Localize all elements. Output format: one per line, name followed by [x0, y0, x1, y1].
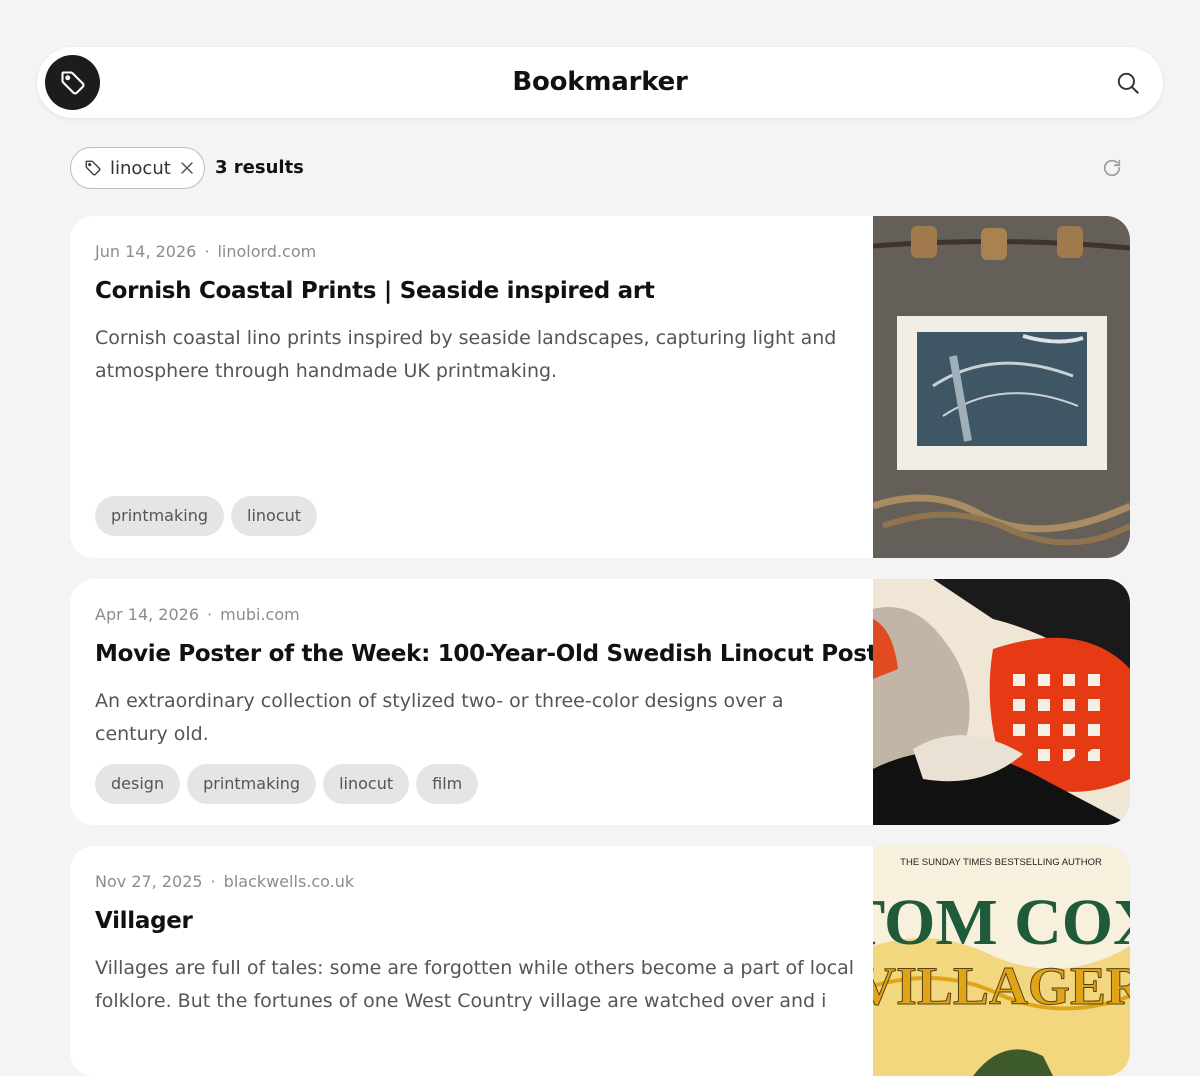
bookmark-domain: blackwells.co.uk — [223, 872, 355, 891]
swedish-poster-image — [873, 579, 1130, 825]
tag-pill[interactable]: linocut — [323, 764, 410, 804]
bookmark-card[interactable]: Jun 14, 2026 · linolord.com Cornish Coasta… — [70, 216, 1130, 558]
bookmark-description: Villages are full of tales: some are for… — [95, 957, 855, 1012]
cover-kicker: THE SUNDAY TIMES BESTSELLING AUTHOR — [900, 857, 1102, 868]
search-icon — [1117, 72, 1139, 94]
search-button[interactable] — [1113, 68, 1143, 98]
active-tag-filter[interactable]: linocut — [70, 147, 205, 189]
results-count: 3 results — [215, 157, 304, 178]
bookmark-date: Jun 14, 2026 — [95, 242, 197, 261]
tag-pill[interactable]: printmaking — [187, 764, 317, 804]
meta-separator: · — [204, 242, 210, 261]
bookmark-description: Cornish coastal lino prints inspired by … — [95, 327, 837, 382]
linocut-print-image — [873, 216, 1130, 558]
tag-icon — [85, 160, 101, 176]
bookmark-date: Apr 14, 2026 — [95, 605, 200, 624]
app-title: Bookmarker — [512, 67, 688, 97]
refresh-icon — [1103, 159, 1121, 177]
close-icon — [181, 162, 193, 174]
tag-pill[interactable]: film — [416, 764, 479, 804]
tag-pill[interactable]: linocut — [231, 496, 318, 536]
bookmark-meta: Nov 27, 2025 · blackwells.co.uk — [95, 872, 354, 891]
tag-pill[interactable]: design — [95, 764, 181, 804]
bookmark-card[interactable]: Apr 14, 2026 · mubi.com Movie Poster of th… — [70, 579, 1130, 825]
bookmark-description: An extraordinary collection of stylized … — [95, 690, 784, 745]
book-cover-image: THE SUNDAY TIMES BESTSELLING AUTHOR TOM … — [873, 846, 1130, 1076]
cover-author: TOM COX — [873, 886, 1130, 959]
app-header: Bookmarker — [37, 47, 1163, 118]
bookmark-thumbnail[interactable]: THE SUNDAY TIMES BESTSELLING AUTHOR TOM … — [873, 846, 1130, 1076]
bookmark-title[interactable]: Villager — [95, 908, 865, 934]
bookmark-title[interactable]: Cornish Coastal Prints | Seaside inspire… — [95, 278, 865, 304]
bookmark-date: Nov 27, 2025 — [95, 872, 203, 891]
bookmark-meta: Jun 14, 2026 · linolord.com — [95, 242, 316, 261]
bookmark-domain: linolord.com — [217, 242, 317, 261]
tag-filter-label: linocut — [110, 157, 171, 179]
refresh-button[interactable] — [1100, 156, 1124, 180]
tag-list: printmaking linocut — [95, 496, 318, 536]
meta-separator: · — [207, 605, 213, 624]
bookmark-thumbnail[interactable] — [873, 216, 1130, 558]
tag-pill[interactable]: printmaking — [95, 496, 224, 536]
remove-filter-button[interactable] — [180, 161, 194, 175]
bookmark-thumbnail[interactable] — [873, 579, 1130, 825]
tag-list: design printmaking linocut film — [95, 764, 479, 804]
bookmark-domain: mubi.com — [220, 605, 300, 624]
cover-title: VILLAGER — [873, 956, 1130, 1016]
meta-separator: · — [210, 872, 216, 891]
bookmark-title[interactable]: Movie Poster of the Week: 100-Year-Old S… — [95, 641, 917, 667]
bookmark-card[interactable]: Nov 27, 2025 · blackwells.co.uk Villager V… — [70, 846, 1130, 1076]
tag-icon — [60, 70, 85, 95]
filter-row: linocut 3 results — [70, 147, 1130, 189]
logo-button[interactable] — [45, 55, 100, 110]
bookmark-meta: Apr 14, 2026 · mubi.com — [95, 605, 300, 624]
